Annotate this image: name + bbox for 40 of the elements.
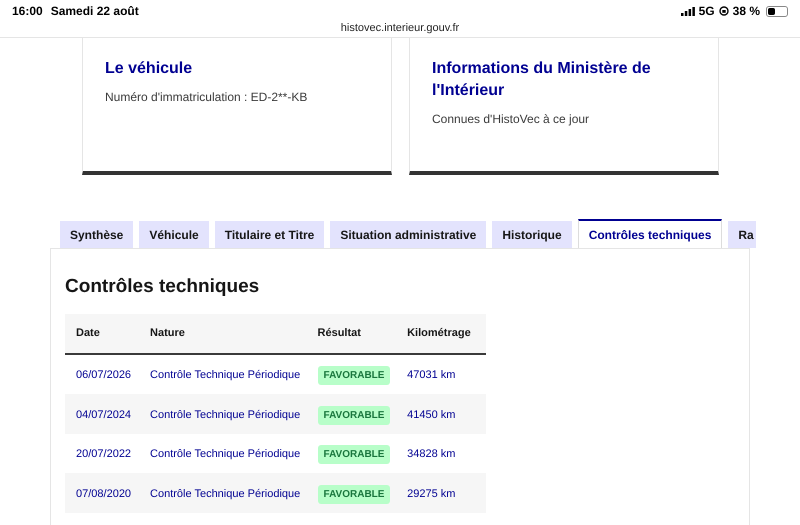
battery-percent: 38 % <box>732 3 760 20</box>
table-cell: 07/08/2020 <box>76 488 132 500</box>
tab[interactable]: Synthèse <box>60 221 134 248</box>
result-badge: FAVORABLE <box>318 406 390 425</box>
table-cell: 41450 km <box>407 408 456 421</box>
table-cell: 06/07/2026 <box>76 369 132 382</box>
tab[interactable]: Historique <box>492 221 572 248</box>
signal-icon <box>680 6 695 16</box>
panel-title: Contrôles techniques <box>65 275 260 299</box>
table-cell: 29275 km <box>407 488 456 500</box>
tab[interactable]: Véhicule <box>139 221 209 248</box>
result-badge: FAVORABLE <box>318 484 390 504</box>
table-cell: Contrôle Technique Périodique <box>150 448 300 460</box>
card-title: Le véhicule <box>105 59 194 79</box>
tab[interactable]: Situation administrative <box>330 221 486 248</box>
result-badge: FAVORABLE <box>318 445 390 464</box>
rotation-lock-icon <box>718 6 729 16</box>
battery-icon <box>766 6 788 16</box>
column-header: Kilométrage <box>407 326 472 341</box>
table-cell: Contrôle Technique Périodique <box>150 408 300 421</box>
network-label: 5G <box>698 3 715 20</box>
table-cell: 34828 km <box>407 448 456 460</box>
card-text: Connues d'HistoVec à ce jour <box>432 111 590 128</box>
column-header: Date <box>76 326 101 341</box>
table-cell: 20/07/2022 <box>76 448 132 460</box>
tab[interactable]: Contrôles techniques <box>578 219 722 248</box>
card-title: Informations du Ministère de l'Intérieur <box>432 59 652 101</box>
table-cell: 04/07/2024 <box>76 408 132 421</box>
tab[interactable]: Titulaire et Titre <box>214 221 324 248</box>
result-badge: FAVORABLE <box>318 366 390 386</box>
address-url[interactable]: histovec.interieur.gouv.fr <box>340 22 460 35</box>
table-cell: Contrôle Technique Périodique <box>150 488 300 500</box>
card-text: Numéro d'immatriculation : ED-2**-KB <box>105 89 308 106</box>
status-date: Samedi 22 août <box>50 3 139 20</box>
tab[interactable]: Ra <box>728 221 756 248</box>
status-time: 16:00 <box>12 3 43 20</box>
table-cell: 47031 km <box>407 369 456 382</box>
column-header: Résultat <box>318 326 362 341</box>
table-cell: Contrôle Technique Périodique <box>150 369 300 382</box>
column-header: Nature <box>150 326 186 341</box>
